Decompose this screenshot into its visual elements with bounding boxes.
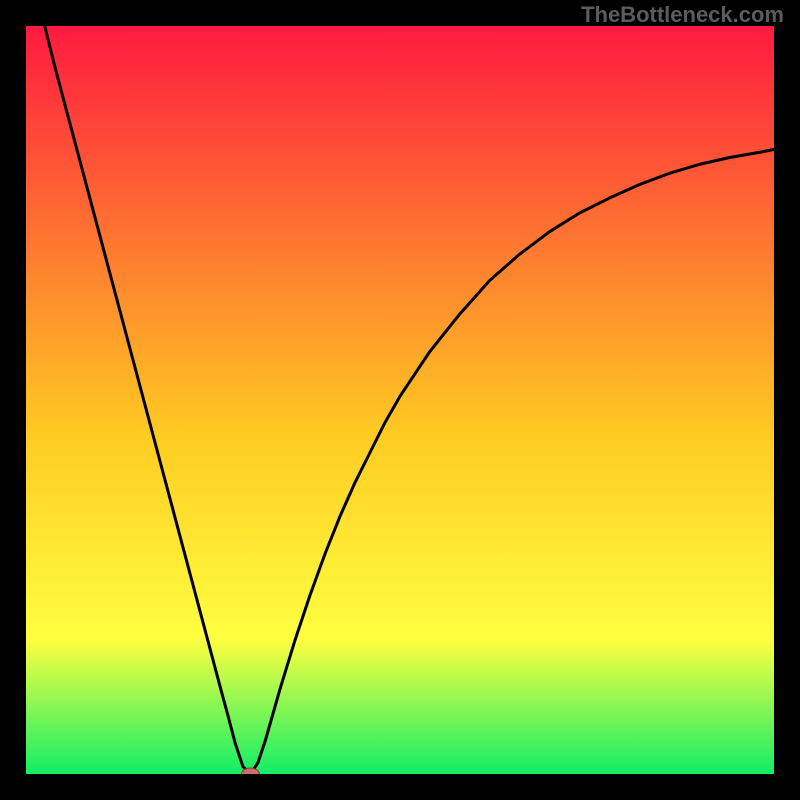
watermark-text: TheBottleneck.com xyxy=(581,2,784,28)
gradient-background xyxy=(26,26,774,774)
chart-svg xyxy=(26,26,774,774)
chart-container: TheBottleneck.com xyxy=(0,0,800,800)
plot-area xyxy=(26,26,774,774)
